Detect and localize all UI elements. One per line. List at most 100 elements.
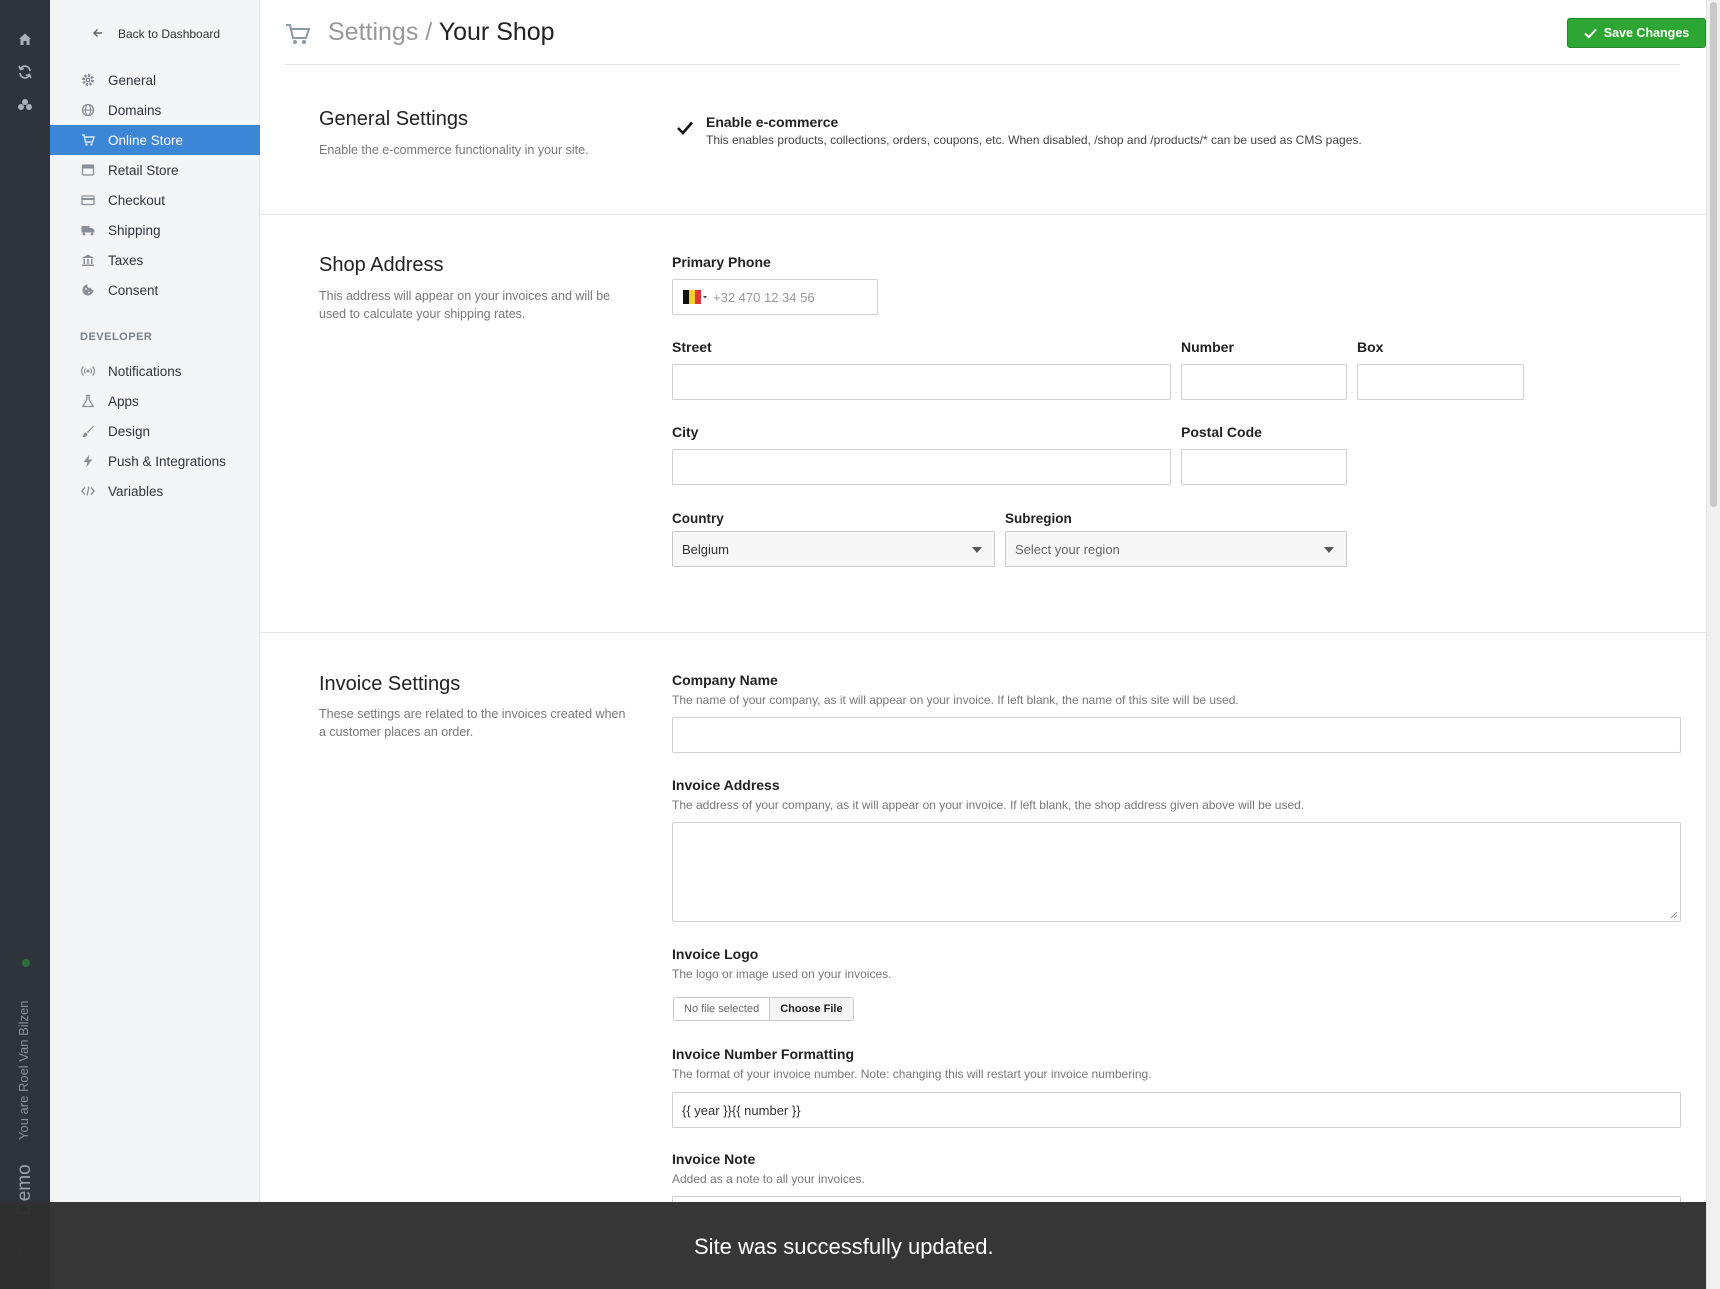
sidebar-item-label: Apps (108, 393, 139, 409)
cookie-icon (80, 282, 96, 298)
invoice-number-input[interactable]: {{ year }}{{ number }} (672, 1092, 1681, 1128)
primary-phone-label: Primary Phone (672, 254, 771, 270)
flask-icon (80, 393, 96, 409)
sidebar-item-general[interactable]: General (50, 65, 260, 95)
sidebar-item-label: Checkout (108, 192, 166, 208)
sidebar-item-label: Online Store (108, 132, 184, 148)
choose-file-button[interactable]: Choose File (770, 998, 853, 1020)
shop-address-section: Shop Address This address will appear on… (260, 215, 1706, 633)
company-name-label: Company Name (672, 672, 778, 688)
section-title: Invoice Settings (319, 673, 461, 695)
sidebar-item-shipping[interactable]: Shipping (50, 215, 260, 245)
toast-message: Site was successfully updated. (694, 1234, 994, 1259)
invoice-logo-hint: The logo or image used on your invoices. (672, 967, 892, 981)
sidebar-item-label: Notifications (108, 363, 182, 379)
sidebar-item-label: Domains (108, 102, 162, 118)
credit-card-icon (80, 192, 96, 208)
home-icon[interactable] (16, 30, 34, 48)
city-input[interactable] (672, 449, 1171, 485)
settings-sidebar: Back to Dashboard General Domains Online… (50, 0, 260, 1289)
broadcast-icon (80, 363, 96, 379)
enable-ecommerce-label[interactable]: Enable e-commerce (706, 114, 838, 130)
invoice-logo-file-input[interactable]: No file selected Choose File (673, 997, 854, 1021)
back-to-dashboard-link[interactable]: Back to Dashboard (92, 24, 220, 44)
sidebar-item-notifications[interactable]: Notifications (50, 356, 260, 386)
sidebar-item-label: Design (108, 423, 151, 439)
postal-code-input[interactable] (1181, 449, 1347, 485)
section-description: Enable the e-commerce functionality in y… (319, 143, 589, 157)
enable-ecommerce-checkbox[interactable] (676, 119, 694, 137)
sidebar-item-variables[interactable]: Variables (50, 476, 260, 506)
country-flag-dropdown[interactable] (673, 280, 713, 314)
cart-icon (285, 22, 311, 46)
chevron-down-icon (972, 547, 982, 553)
subregion-select[interactable]: Select your region (1005, 531, 1347, 567)
invoice-note-hint: Added as a note to all your invoices. (672, 1172, 865, 1186)
invoice-address-hint: The address of your company, as it will … (672, 798, 1305, 812)
sidebar-item-label: Taxes (108, 252, 144, 268)
sidebar-item-push-integrations[interactable]: Push & Integrations (50, 446, 260, 476)
sidebar-item-retail-store[interactable]: Retail Store (50, 155, 260, 185)
company-name-input[interactable] (672, 717, 1681, 753)
cart-icon (80, 132, 96, 148)
country-select[interactable]: Belgium (672, 531, 995, 567)
sidebar-item-label: Consent (108, 282, 159, 298)
invoice-address-label: Invoice Address (672, 777, 780, 793)
number-label: Number (1181, 339, 1234, 355)
current-user: You are Roel Van Bilzen (16, 990, 34, 1140)
chevron-down-icon (1324, 547, 1334, 553)
country-label: Country (672, 511, 724, 526)
file-status: No file selected (674, 998, 771, 1020)
users-icon[interactable] (16, 96, 34, 114)
save-changes-button[interactable]: Save Changes (1567, 18, 1706, 48)
brush-icon (80, 423, 96, 439)
sidebar-item-label: Shipping (108, 222, 161, 238)
sidebar-item-label: Push & Integrations (108, 453, 226, 469)
subregion-placeholder: Select your region (1015, 541, 1120, 557)
check-icon (1584, 28, 1597, 39)
globe-icon (80, 102, 96, 118)
section-title: Shop Address (319, 254, 444, 276)
sidebar-item-label: General (108, 72, 157, 88)
check-icon (677, 121, 693, 135)
sidebar-item-online-store[interactable]: Online Store (50, 125, 260, 155)
scrollbar-thumb[interactable] (1710, 2, 1717, 507)
sidebar-item-taxes[interactable]: Taxes (50, 245, 260, 275)
invoice-address-textarea[interactable] (672, 822, 1681, 922)
section-description: This address will appear on your invoice… (319, 289, 611, 321)
sidebar-item-domains[interactable]: Domains (50, 95, 260, 125)
app-rail: You are Roel Van Bilzen Demo (0, 0, 50, 1289)
page-header: Settings / Your Shop Save Changes (285, 0, 1706, 65)
page-title-text: Your Shop (438, 18, 555, 46)
sidebar-item-design[interactable]: Design (50, 416, 260, 446)
city-label: City (672, 424, 699, 440)
refresh-icon[interactable] (16, 63, 34, 81)
invoice-number-label: Invoice Number Formatting (672, 1046, 855, 1062)
primary-phone-field: +32 470 12 34 56 (672, 279, 878, 315)
country-value: Belgium (682, 541, 729, 557)
primary-phone-input[interactable]: +32 470 12 34 56 (713, 290, 815, 305)
box-input[interactable] (1357, 364, 1524, 400)
invoice-note-label: Invoice Note (672, 1151, 756, 1167)
number-input[interactable] (1181, 364, 1347, 400)
code-icon (80, 483, 96, 499)
save-changes-label: Save Changes (1603, 26, 1690, 40)
street-input[interactable] (672, 364, 1171, 400)
current-user-label: You are Roel Van Bilzen (16, 1000, 31, 1140)
page-title: Settings / Your Shop (328, 18, 555, 47)
back-to-dashboard-label: Back to Dashboard (118, 27, 221, 41)
sidebar-item-checkout[interactable]: Checkout (50, 185, 260, 215)
main-content: Settings / Your Shop Save Changes Genera… (260, 0, 1706, 1289)
section-description: These settings are related to the invoic… (319, 707, 626, 739)
postal-code-label: Postal Code (1181, 424, 1262, 440)
resize-handle-icon (1670, 911, 1678, 919)
page-scrollbar[interactable] (1706, 0, 1720, 1289)
arrow-left-icon (92, 27, 106, 42)
sidebar-item-label: Retail Store (108, 162, 179, 178)
gear-icon (80, 72, 96, 88)
sidebar-item-consent[interactable]: Consent (50, 275, 260, 305)
breadcrumb[interactable]: Settings / (328, 18, 432, 46)
status-dot (22, 959, 30, 967)
sidebar-item-apps[interactable]: Apps (50, 386, 260, 416)
store-icon (80, 162, 96, 178)
